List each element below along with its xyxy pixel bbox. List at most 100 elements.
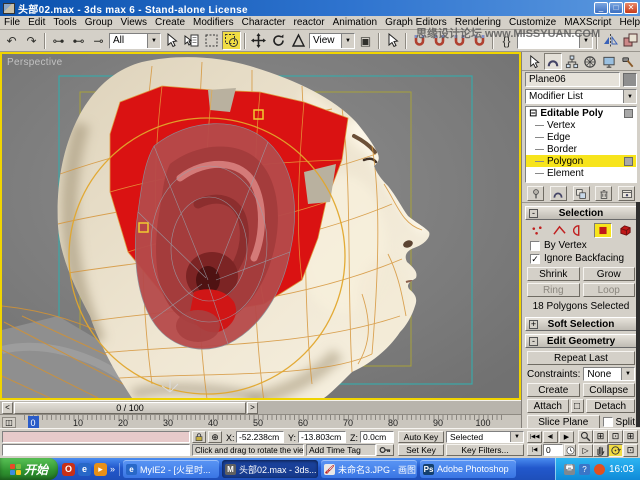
arc-rotate-button[interactable]: [608, 444, 623, 457]
collapse-icon[interactable]: -: [529, 209, 538, 218]
previous-frame-button[interactable]: ◀|: [543, 431, 558, 443]
start-button[interactable]: 开始: [0, 458, 58, 480]
grow-button[interactable]: Grow: [582, 267, 635, 281]
select-object-button[interactable]: [162, 31, 181, 50]
element-subobject-button[interactable]: [616, 223, 634, 238]
perspective-viewport[interactable]: Perspective: [0, 52, 521, 400]
menu-views[interactable]: Views: [117, 17, 152, 28]
chevron-down-icon[interactable]: ▼: [147, 33, 160, 48]
stack-row-vertex[interactable]: Vertex: [526, 119, 636, 131]
select-and-link-button[interactable]: ⊶: [49, 31, 68, 50]
minimize-button[interactable]: _: [594, 2, 608, 14]
tab-display[interactable]: [600, 53, 618, 70]
taskbar-item-myie2[interactable]: e MyIE2 - [火星时...: [123, 460, 220, 478]
taskbar-item-3dsmax[interactable]: M 头部02.max - 3ds...: [222, 460, 319, 478]
attach-button[interactable]: Attach: [527, 399, 569, 413]
taskbar-item-paint[interactable]: 🖌 未命名3.JPG - 画图: [321, 460, 418, 478]
selection-lock-toggle[interactable]: [192, 431, 206, 443]
collapse-button[interactable]: Collapse: [582, 383, 635, 397]
set-keys-button[interactable]: [376, 444, 394, 456]
stack-row-edge[interactable]: Edge: [526, 131, 636, 143]
selection-rollout-header[interactable]: - Selection: [525, 206, 637, 220]
time-slider-next-button[interactable]: >: [247, 401, 258, 414]
x-coordinate-field[interactable]: -52.238cm: [236, 431, 284, 443]
z-coordinate-field[interactable]: 0.0cm: [360, 431, 394, 443]
create-button[interactable]: Create: [527, 383, 580, 397]
slice-plane-button[interactable]: Slice Plane: [527, 415, 600, 429]
expand-icon[interactable]: +: [529, 320, 538, 329]
tab-utilities[interactable]: [619, 53, 637, 70]
polygon-subobject-button[interactable]: [594, 223, 612, 238]
menu-tools[interactable]: Tools: [49, 17, 80, 28]
menu-reactor[interactable]: reactor: [290, 17, 329, 28]
select-and-scale-button[interactable]: [289, 31, 308, 50]
by-vertex-checkbox[interactable]: [530, 240, 540, 251]
time-slider-thumb[interactable]: 0 / 100: [14, 401, 246, 414]
ring-button[interactable]: Ring: [527, 283, 580, 297]
ignore-backfacing-checkbox[interactable]: ✓: [530, 253, 540, 264]
use-pivot-point-center-button[interactable]: ▣: [356, 31, 375, 50]
bind-to-space-warp-button[interactable]: ⊸: [89, 31, 108, 50]
maximize-button[interactable]: □: [609, 2, 623, 14]
border-subobject-button[interactable]: [572, 223, 590, 238]
soft-selection-rollout-header[interactable]: + Soft Selection: [525, 317, 637, 331]
help-icon[interactable]: ?: [578, 463, 590, 475]
current-frame-field[interactable]: 0: [543, 444, 563, 456]
reference-coordinate-system-combo[interactable]: View ▼: [309, 32, 355, 49]
constraints-combo[interactable]: None ▼: [583, 367, 635, 381]
qq-icon[interactable]: [593, 463, 605, 475]
auto-key-button[interactable]: Auto Key: [398, 431, 444, 443]
edit-geometry-rollout-header[interactable]: - Edit Geometry: [525, 334, 637, 348]
pan-button[interactable]: [593, 444, 608, 457]
modifier-list-combo[interactable]: Modifier List ▼: [525, 89, 637, 104]
unlink-selection-button[interactable]: ⊷: [69, 31, 88, 50]
tab-modify[interactable]: [543, 53, 562, 70]
window-crossing-toggle[interactable]: [222, 31, 241, 50]
shrink-button[interactable]: Shrink: [527, 267, 580, 281]
object-color-swatch[interactable]: [623, 72, 637, 87]
show-end-result-button[interactable]: [549, 186, 567, 201]
key-filters-button[interactable]: Key Filters...: [446, 444, 524, 456]
rectangular-selection-region-button[interactable]: [202, 31, 221, 50]
menu-modifiers[interactable]: Modifiers: [189, 17, 238, 28]
panel-scrollbar[interactable]: [636, 202, 640, 427]
select-and-move-button[interactable]: [249, 31, 268, 50]
tab-hierarchy[interactable]: [563, 53, 581, 70]
chevron-down-icon[interactable]: ▼: [341, 33, 354, 48]
menu-group[interactable]: Group: [81, 17, 117, 28]
zoom-button[interactable]: [578, 430, 593, 443]
zoom-all-button[interactable]: ⊞: [593, 430, 608, 443]
internet-explorer-icon[interactable]: e: [78, 462, 91, 476]
loop-button[interactable]: Loop: [582, 283, 635, 297]
track-bar[interactable]: ◫ 0 10 20 30 40 50 60 70 80 90 100: [0, 414, 521, 428]
go-to-start-button[interactable]: |◀◀: [527, 431, 542, 443]
min-max-toggle-button[interactable]: ⊡: [623, 444, 638, 457]
vertex-subobject-button[interactable]: [528, 223, 546, 238]
selection-filter-combo[interactable]: All ▼: [109, 32, 161, 49]
menu-file[interactable]: File: [0, 17, 24, 28]
zoom-extents-all-button[interactable]: ⊞: [623, 430, 638, 443]
play-button[interactable]: ▶: [559, 431, 574, 443]
mini-curve-editor-button[interactable]: ◫: [2, 417, 16, 428]
menu-edit[interactable]: Edit: [24, 17, 49, 28]
printer-icon[interactable]: 🖶: [563, 463, 575, 475]
remove-modifier-button[interactable]: [595, 186, 613, 201]
attach-list-button[interactable]: □: [570, 399, 584, 413]
time-configuration-button[interactable]: [564, 444, 576, 456]
taskbar-item-photoshop[interactable]: Ps Adobe Photoshop: [420, 460, 517, 478]
stack-row-element[interactable]: Element: [526, 167, 636, 179]
stack-row-editable-poly[interactable]: ⊟ Editable Poly: [526, 107, 636, 119]
browser-quicklaunch-icon[interactable]: O: [62, 462, 75, 476]
undo-button[interactable]: ↶: [2, 31, 21, 50]
tab-create[interactable]: [525, 53, 543, 70]
pin-stack-button[interactable]: [527, 186, 544, 201]
maxscript-mini-listener-pink[interactable]: [2, 431, 190, 443]
y-coordinate-field[interactable]: -13.803cm: [298, 431, 346, 443]
maxscript-mini-listener-white[interactable]: [2, 444, 190, 456]
add-time-tag[interactable]: Add Time Tag: [306, 444, 376, 456]
media-player-icon[interactable]: ▸: [94, 462, 107, 476]
select-and-rotate-button[interactable]: [269, 31, 288, 50]
collapse-icon[interactable]: -: [529, 337, 538, 346]
object-name-field[interactable]: Plane06: [525, 72, 620, 87]
repeat-last-button[interactable]: Repeat Last: [527, 351, 635, 365]
